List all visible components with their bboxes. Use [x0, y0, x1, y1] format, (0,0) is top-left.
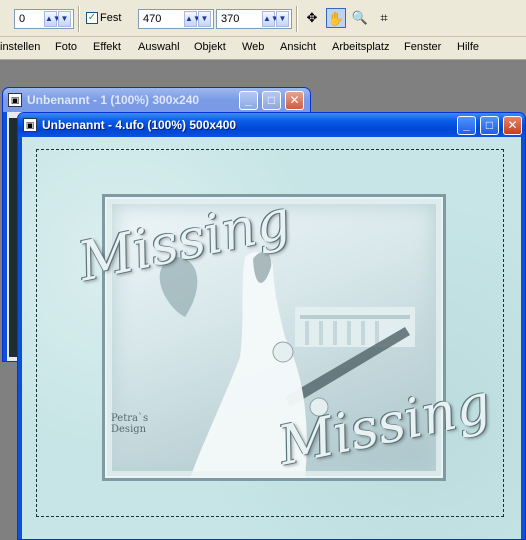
menu-item-arbeitsplatz[interactable]: Arbeitsplatz [332, 41, 389, 53]
crop-tool-icon[interactable]: ⌗ [374, 8, 394, 28]
window-title: Unbenannt - 1 (100%) 300x240 [27, 93, 200, 107]
value-spinbox[interactable]: 0 ▲▼ ▼ [14, 9, 74, 29]
menu-item-fenster[interactable]: Fenster [404, 41, 441, 53]
zoom-tool-icon[interactable]: 🔍 [350, 8, 370, 28]
menu-item-foto[interactable]: Foto [55, 41, 77, 53]
value-spinbox-value[interactable]: 0 [19, 13, 25, 25]
dropdown-arrow-icon[interactable]: ▼ [276, 11, 289, 27]
minimize-icon[interactable]: _ [239, 91, 258, 110]
signature-line1: Petra`s [111, 413, 149, 424]
width-spinbox[interactable]: 470 ▲▼ ▼ [138, 9, 214, 29]
maximize-icon[interactable]: □ [480, 116, 499, 135]
height-spinbox[interactable]: 370 ▲▼ ▼ [216, 9, 292, 29]
options-toolbar: 0 ▲▼ ▼ ✓ Fest 470 ▲▼ ▼ 370 ▲▼ ▼ ✥ ✋ 🔍 ⌗ [0, 0, 526, 37]
minimize-icon[interactable]: _ [457, 116, 476, 135]
menu-item-effekt[interactable]: Effekt [93, 41, 121, 53]
fixed-checkbox[interactable]: ✓ [86, 12, 98, 24]
height-value[interactable]: 370 [221, 13, 239, 25]
spin-up-down-icon[interactable]: ▲▼ [262, 11, 279, 27]
width-value[interactable]: 470 [143, 13, 161, 25]
spin-up-down-icon[interactable]: ▲▼ [184, 11, 201, 27]
spin-up-down-icon[interactable]: ▲▼ [44, 11, 61, 27]
window-client: Petra`s Design Missing Missing [22, 137, 521, 539]
move-tool-icon[interactable]: ✥ [302, 8, 322, 28]
image-canvas[interactable]: Petra`s Design Missing Missing [22, 137, 521, 539]
signature-line2: Design [111, 424, 147, 435]
menu-item-web[interactable]: Web [242, 41, 264, 53]
pan-tool-icon[interactable]: ✋ [326, 8, 346, 28]
menu-item-hilfe[interactable]: Hilfe [457, 41, 479, 53]
dropdown-arrow-icon[interactable]: ▼ [198, 11, 211, 27]
menu-item-objekt[interactable]: Objekt [194, 41, 226, 53]
document-icon: ▣ [23, 118, 37, 132]
window-titlebar[interactable]: ▣ Unbenannt - 1 (100%) 300x240 _ □ ✕ [3, 88, 310, 112]
toolbar-separator [296, 6, 298, 32]
menu-bar: instellen Foto Effekt Auswahl Objekt Web… [0, 37, 526, 60]
dropdown-arrow-icon[interactable]: ▼ [58, 11, 71, 27]
document-window-front[interactable]: ▣ Unbenannt - 4.ufo (100%) 500x400 _ □ ✕ [17, 112, 526, 540]
menu-item-instellen[interactable]: instellen [0, 41, 40, 53]
canvas-edge [9, 118, 17, 357]
toolbar-separator [78, 6, 80, 32]
menu-item-ansicht[interactable]: Ansicht [280, 41, 316, 53]
menu-item-auswahl[interactable]: Auswahl [138, 41, 180, 53]
maximize-icon[interactable]: □ [262, 91, 281, 110]
fixed-label: Fest [100, 12, 122, 24]
document-icon: ▣ [8, 93, 22, 107]
window-title: Unbenannt - 4.ufo (100%) 500x400 [42, 118, 237, 132]
window-titlebar[interactable]: ▣ Unbenannt - 4.ufo (100%) 500x400 _ □ ✕ [18, 113, 525, 137]
close-icon[interactable]: ✕ [285, 91, 304, 110]
close-icon[interactable]: ✕ [503, 116, 522, 135]
